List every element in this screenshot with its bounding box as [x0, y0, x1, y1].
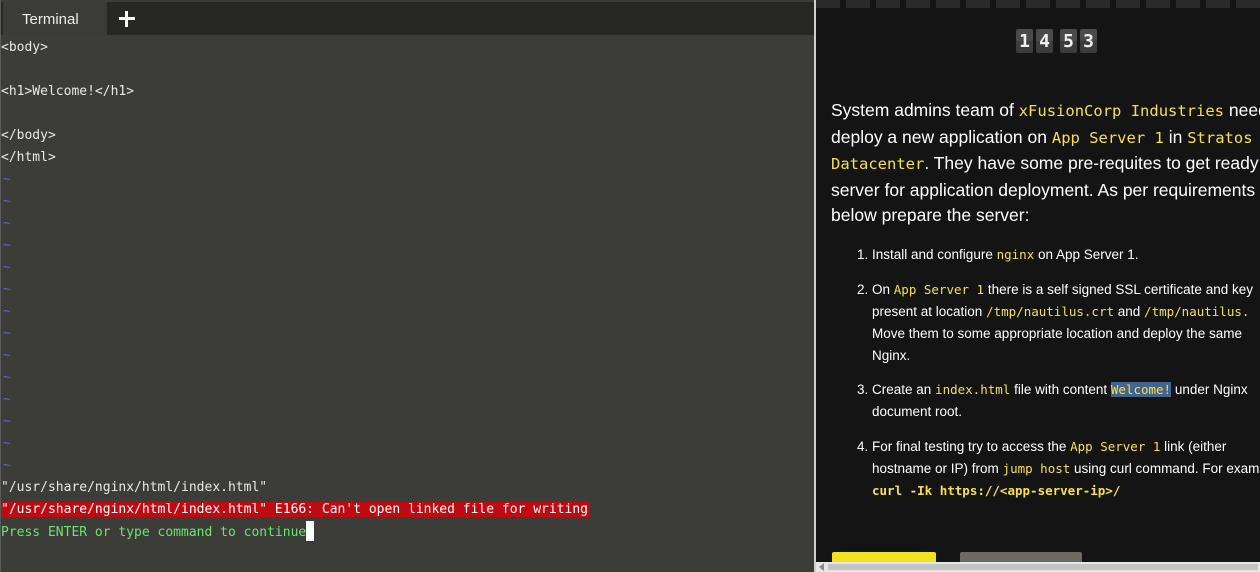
- task-text: under Nginx: [1171, 382, 1248, 397]
- error-message: "/usr/share/nginx/html/index.html" E166:…: [1, 502, 590, 517]
- task-description: System admins team of xFusionCorp Indust…: [831, 98, 1260, 229]
- inline-code: /tmp/nautilus.crt: [986, 304, 1115, 319]
- terminal-line: </body>: [1, 128, 56, 143]
- countdown-timer: 1453: [1016, 29, 1100, 55]
- inline-code: jump host: [1002, 461, 1071, 476]
- task-number: 3.: [857, 382, 869, 397]
- task-text: hostname or IP) from: [872, 461, 1003, 476]
- instructions-pane[interactable]: 1453 System admins team of xFusionCorp I…: [814, 0, 1260, 572]
- empty-line-marker: ~: [3, 458, 11, 473]
- empty-line-marker: ~: [3, 326, 11, 341]
- empty-line-marker: ~: [3, 260, 11, 275]
- inline-code: index.html: [935, 382, 1011, 397]
- scroll-left-arrow-icon[interactable]: [819, 563, 824, 571]
- task-text: link (either: [1160, 439, 1227, 454]
- empty-line-marker: ~: [3, 392, 11, 407]
- horizontal-scrollbar[interactable]: [816, 562, 1260, 572]
- task-text: Install and configure: [872, 247, 997, 262]
- terminal-pane[interactable]: Terminal <body> <h1>Welcome!</h1> </body…: [0, 0, 814, 572]
- timer-digit: 1: [1016, 29, 1033, 53]
- curl-command: curl -Ik https://<app-server-ip>/: [872, 483, 1121, 498]
- company-name: xFusionCorp Industries: [1018, 102, 1225, 120]
- task-text: document root.: [872, 404, 963, 419]
- task-text: Move them to some appropriate location a…: [872, 326, 1242, 341]
- timer-digit: 4: [1036, 29, 1053, 53]
- top-strip: [816, 0, 1260, 8]
- terminal-tab-bar: Terminal: [1, 2, 814, 35]
- task-text: on App Server 1.: [1034, 247, 1139, 262]
- inline-code: /tmp/nautilus.: [1144, 304, 1250, 319]
- selected-text[interactable]: Welcome!: [1110, 382, 1172, 397]
- datacenter-name: Datacenter: [831, 155, 925, 173]
- intro-text: deploy a new application on: [831, 126, 1052, 147]
- empty-line-marker: ~: [3, 282, 11, 297]
- task-item: 3. Create an index.html file with content…: [857, 379, 1248, 423]
- task-text: present at location: [872, 304, 987, 319]
- intro-text: below prepare the server:: [831, 205, 1030, 225]
- empty-line-marker: ~: [3, 436, 11, 451]
- terminal-output[interactable]: <body> <h1>Welcome!</h1> </body> </html>…: [1, 37, 814, 572]
- empty-line-marker: ~: [3, 304, 11, 319]
- terminal-line: </html>: [1, 150, 56, 165]
- intro-text: System admins team of: [831, 100, 1019, 120]
- intro-text: . They have some pre-requites to get rea…: [924, 153, 1260, 173]
- task-item: 4. For final testing try to access the Ap…: [857, 436, 1260, 502]
- task-number: 4.: [857, 439, 869, 454]
- text-cursor: [306, 521, 315, 541]
- empty-line-marker: ~: [3, 172, 11, 187]
- task-item: 2. On App Server 1 there is a self signed…: [857, 279, 1253, 367]
- task-text: For final testing try to access the: [872, 439, 1071, 454]
- task-number: 1.: [857, 247, 869, 262]
- press-enter-prompt: Press ENTER or type command to continue: [1, 525, 307, 540]
- task-item: 1. Install and configure nginx on App Ser…: [857, 244, 1139, 266]
- task-text: there is a self signed SSL certificate a…: [984, 282, 1253, 297]
- plus-icon[interactable]: [115, 7, 139, 31]
- terminal-line: <h1>Welcome!</h1>: [1, 84, 135, 99]
- status-file-line: "/usr/share/nginx/html/index.html": [1, 480, 268, 495]
- task-number: 2.: [857, 282, 869, 297]
- terminal-line: <body>: [1, 40, 48, 55]
- empty-line-marker: ~: [3, 414, 11, 429]
- inline-code: App Server 1: [893, 282, 985, 297]
- tab-terminal[interactable]: Terminal: [3, 2, 107, 35]
- intro-text: server for application deployment. As pe…: [831, 179, 1260, 200]
- scrollbar-thumb[interactable]: [828, 564, 1258, 570]
- task-text: Nginx.: [872, 348, 911, 363]
- timer-digit: 3: [1080, 29, 1097, 53]
- intro-text: in: [1163, 126, 1188, 147]
- status-error-line: "/usr/share/nginx/html/index.html" E166:…: [1, 499, 590, 521]
- inline-code: nginx: [996, 247, 1035, 262]
- timer-digit: 5: [1060, 29, 1077, 53]
- task-text: and: [1114, 304, 1145, 319]
- empty-line-marker: ~: [3, 370, 11, 385]
- server-name: App Server 1: [1051, 128, 1164, 147]
- empty-line-marker: ~: [3, 194, 11, 209]
- datacenter-name: Stratos: [1187, 128, 1253, 147]
- status-prompt-line: Press ENTER or type command to continue: [1, 521, 315, 543]
- empty-line-marker: ~: [3, 216, 11, 231]
- task-text: Create an: [872, 382, 936, 397]
- task-text: using curl command. For exam: [1070, 461, 1260, 476]
- intro-text: needs: [1228, 100, 1260, 120]
- task-text: On: [872, 282, 894, 297]
- task-text: file with content: [1010, 382, 1111, 397]
- empty-line-marker: ~: [3, 348, 11, 363]
- empty-line-marker: ~: [3, 238, 11, 253]
- inline-code: App Server 1: [1070, 439, 1161, 454]
